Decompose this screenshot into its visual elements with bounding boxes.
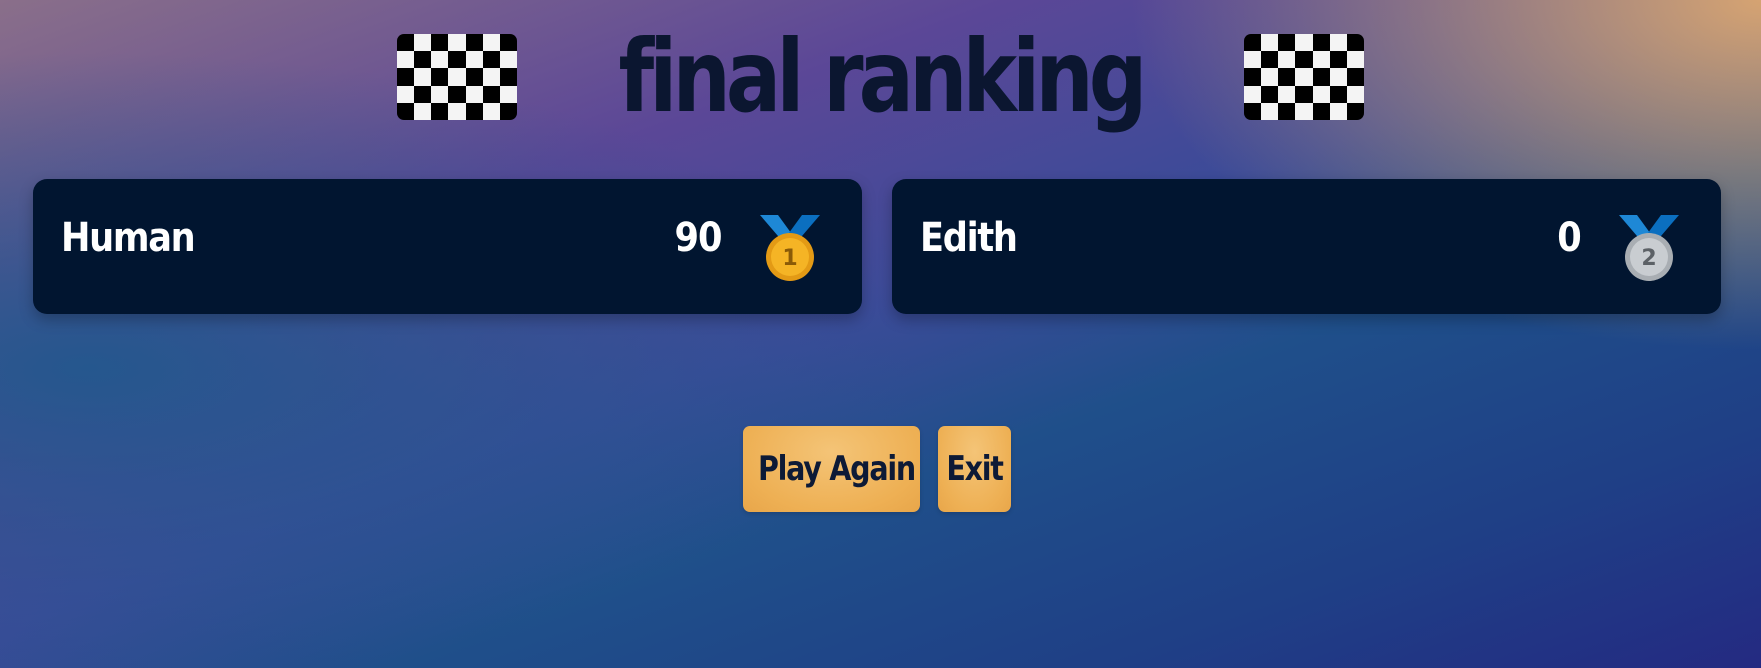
exit-label: Exit [946, 449, 1004, 489]
checkered-flag-icon [396, 34, 517, 120]
medal-rank: 1 [782, 246, 797, 271]
title-row: final ranking [0, 22, 1761, 132]
player-name: Human [61, 215, 196, 261]
exit-button[interactable]: Exit [938, 426, 1011, 512]
player-name: Edith [920, 215, 1018, 261]
player-card-human: Human 90 1 [33, 179, 862, 314]
gold-medal-icon: 1 [760, 215, 820, 281]
player-card-edith: Edith 0 2 [892, 179, 1721, 314]
checkered-flag-icon [1244, 34, 1365, 120]
silver-medal-icon: 2 [1619, 215, 1679, 281]
player-score: 90 [674, 215, 723, 261]
play-again-button[interactable]: Play Again [743, 426, 920, 512]
medal-rank: 2 [1641, 246, 1656, 271]
page-title: final ranking [618, 18, 1147, 135]
play-again-label: Play Again [757, 449, 916, 489]
player-score: 0 [1557, 215, 1581, 261]
